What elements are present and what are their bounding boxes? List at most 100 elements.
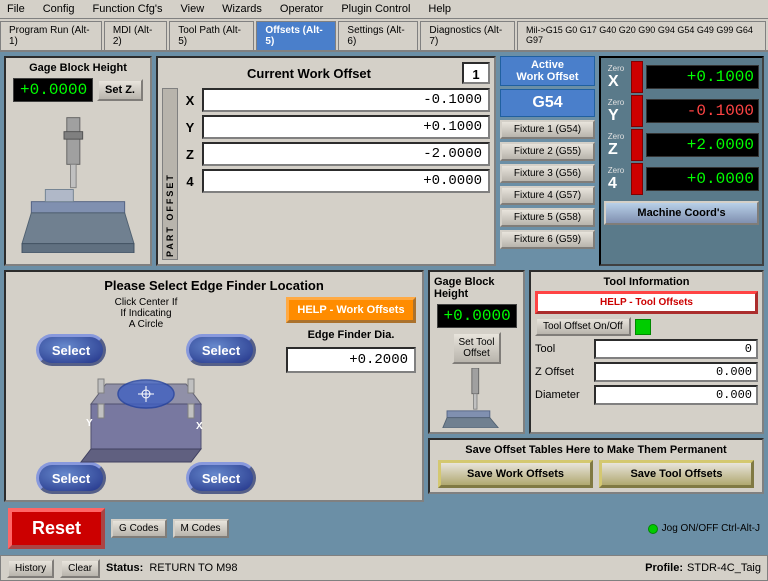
menu-bar: File Config Function Cfg's View Wizards … [0,0,768,19]
edge-finder-title: Please Select Edge Finder Location [12,278,416,293]
menu-config[interactable]: Config [40,2,78,16]
tool-label: Tool [535,343,590,355]
clear-button[interactable]: Clear [60,559,100,578]
edge-finder-dia-value[interactable] [286,347,416,373]
reset-button[interactable]: Reset [8,508,105,549]
tab-tool-path[interactable]: Tool Path (Alt-5) [169,21,254,50]
gage-tool-row: Gage Block Height +0.0000 Set ToolOffset [428,270,764,434]
fixture-2-button[interactable]: Fixture 2 (G55) [500,142,595,161]
main-content: Gage Block Height +0.0000 Set Z. [0,52,768,555]
tool-offset-onoff-row: Tool Offset On/Off [535,317,758,336]
status-label: Status: [106,562,143,574]
profile-value: STDR-4C_Taig [687,562,761,574]
readout-axis-4: 4 [608,175,624,193]
gage-block-bottom-value[interactable]: +0.0000 [437,304,517,328]
tool-field-row: Tool [535,339,758,359]
offset-number[interactable]: 1 [462,62,490,84]
edge-finder-subtitle: Click Center IfIf IndicatingA Circle [115,297,178,330]
offset-row-z: Z [182,142,490,166]
offset-input-z[interactable] [202,142,490,166]
diameter-row: Diameter [535,385,758,405]
gage-block-top: Gage Block Height +0.0000 Set Z. [4,56,152,266]
tab-mil-g15[interactable]: Mil->G15 G0 G17 G40 G20 G90 G94 G54 G49 … [517,21,766,50]
save-tool-offsets-button[interactable]: Save Tool Offsets [599,460,754,488]
set-tool-offset-button[interactable]: Set ToolOffset [452,332,502,364]
gage-block-top-value[interactable]: +0.0000 [13,78,93,102]
readout-panel: Zero X +0.1000 Zero Y -0.1000 Zero Z [599,56,764,266]
offset-input-x[interactable] [202,88,490,112]
help-work-offsets-button[interactable]: HELP - Work Offsets [286,297,416,323]
diameter-input[interactable] [594,385,758,405]
tab-diagnostics[interactable]: Diagnostics (Alt-7) [420,21,515,50]
fixture-4-button[interactable]: Fixture 4 (G57) [500,186,595,205]
readout-row-x: Zero X +0.1000 [604,61,759,93]
menu-view[interactable]: View [178,2,208,16]
tool-offset-onoff-button[interactable]: Tool Offset On/Off [535,317,631,336]
fixture-1-button[interactable]: Fixture 1 (G54) [500,120,595,139]
active-work-offset-value: G54 [500,89,595,117]
z-offset-label: Z Offset [535,366,590,378]
active-work-offset-title: ActiveWork Offset [500,56,595,86]
menu-operator[interactable]: Operator [277,2,326,16]
set-z-button[interactable]: Set Z. [97,79,143,101]
m-codes-button[interactable]: M Codes [173,519,229,538]
machine-coords-button[interactable]: Machine Coord's [604,201,759,225]
zero-label-y: Zero [608,98,624,107]
select-button-bottom-left[interactable]: Select [36,462,106,494]
menu-plugin-control[interactable]: Plugin Control [338,2,413,16]
top-section: Gage Block Height +0.0000 Set Z. [4,56,764,266]
gage-block-top-title: Gage Block Height [29,62,127,74]
menu-function-cfgs[interactable]: Function Cfg's [90,2,166,16]
tab-mdi[interactable]: MDI (Alt-2) [104,21,167,50]
readout-row-4: Zero 4 +0.0000 [604,163,759,195]
readout-row-z: Zero Z +2.0000 [604,129,759,161]
fixture-3-button[interactable]: Fixture 3 (G56) [500,164,595,183]
history-button[interactable]: History [7,559,54,578]
menu-help[interactable]: Help [425,2,454,16]
fixture-6-button[interactable]: Fixture 6 (G59) [500,230,595,249]
readout-value-z: +2.0000 [646,133,759,157]
tab-program-run[interactable]: Program Run (Alt-1) [0,21,102,50]
save-offsets-title: Save Offset Tables Here to Make Them Per… [438,444,754,456]
readout-axis-z: Z [608,141,624,159]
select-button-top-right[interactable]: Select [186,334,256,366]
zero-label-x: Zero [608,64,624,73]
red-indicator-y [631,95,643,127]
gage-block-illustration [18,106,138,260]
gage-block-bottom: Gage Block Height +0.0000 Set ToolOffset [428,270,525,434]
tab-offsets[interactable]: Offsets (Alt-5) [256,21,336,50]
bottom-controls-row: Reset G Codes M Codes Jog ON/OFF Ctrl-Al… [4,506,764,551]
menu-file[interactable]: File [4,2,28,16]
edge-finder-diagram: Select Select Select Select [36,334,256,494]
z-offset-input[interactable] [594,362,758,382]
select-button-top-left[interactable]: Select [36,334,106,366]
right-bottom-panel: Gage Block Height +0.0000 Set ToolOffset [428,270,764,502]
axis-label-4: 4 [182,174,198,189]
offset-input-y[interactable] [202,115,490,139]
menu-wizards[interactable]: Wizards [219,2,265,16]
fixture-5-button[interactable]: Fixture 5 (G58) [500,208,595,227]
readout-axis-y: Y [608,107,624,125]
jog-row: Jog ON/OFF Ctrl-Alt-J [648,523,760,534]
profile-label: Profile: [645,562,683,574]
tool-value-input[interactable] [594,339,758,359]
edge-finder-panel: Please Select Edge Finder Location Click… [4,270,424,502]
tab-bar: Program Run (Alt-1) MDI (Alt-2) Tool Pat… [0,19,768,52]
bottom-section: Please Select Edge Finder Location Click… [4,270,764,502]
status-value: RETURN TO M98 [149,562,639,574]
save-work-offsets-button[interactable]: Save Work Offsets [438,460,593,488]
gage-block-top-value-row: +0.0000 Set Z. [13,78,143,102]
offset-row-y: Y [182,115,490,139]
help-tool-offsets-button[interactable]: HELP - Tool Offsets [535,291,758,314]
tab-settings[interactable]: Settings (Alt-6) [338,21,418,50]
select-button-bottom-right[interactable]: Select [186,462,256,494]
offset-input-4[interactable] [202,169,490,193]
g-codes-button[interactable]: G Codes [111,519,166,538]
edge-finder-left: Click Center IfIf IndicatingA Circle Sel… [12,297,280,494]
offset-table: PART OFFSET X Y Z 4 [162,88,490,260]
work-offset-title: Current Work Offset [162,66,456,81]
jog-indicator [648,524,658,534]
diameter-label: Diameter [535,389,590,401]
save-offsets-section: Save Offset Tables Here to Make Them Per… [428,438,764,494]
gage-block-svg [18,113,138,253]
